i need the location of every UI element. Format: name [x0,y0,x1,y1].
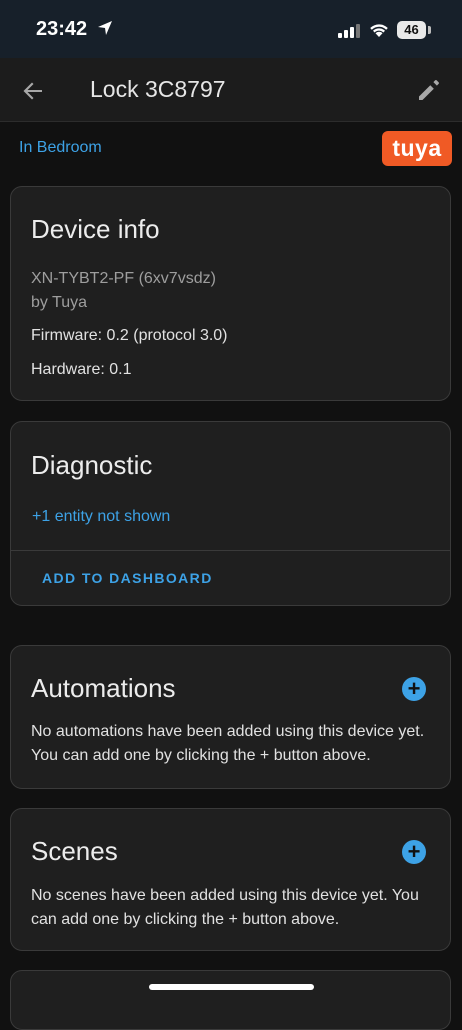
hidden-entities-link[interactable]: +1 entity not shown [32,508,170,526]
scenes-title: Scenes [31,836,118,866]
add-scene-button[interactable]: + [402,840,426,864]
device-manufacturer: by Tuya [31,294,88,311]
back-arrow-icon[interactable] [18,76,48,106]
battery-tip [428,26,431,34]
diagnostic-title: Diagnostic [31,450,153,480]
next-card [10,970,451,1030]
add-to-dashboard-button[interactable]: ADD TO DASHBOARD [42,570,213,586]
device-info-card: Device info XN-TYBT2-PF (6xv7vsdz) by Tu… [10,186,451,401]
plus-icon: + [407,676,421,701]
area-link[interactable]: In Bedroom [19,139,102,157]
scenes-card: Scenes + No scenes have been added using… [10,808,451,951]
page-title: Lock 3C8797 [90,76,226,102]
home-indicator[interactable] [149,984,314,990]
device-info-title: Device info [31,214,160,244]
automations-title: Automations [31,673,176,703]
device-model: XN-TYBT2-PF (6xv7vsdz) [31,270,216,287]
add-automation-button[interactable]: + [402,677,426,701]
scenes-description: No scenes have been added using this dev… [31,887,419,928]
automations-card: Automations + No automations have been a… [10,645,451,789]
automations-description: No automations have been added using thi… [31,723,425,764]
diagnostic-divider [11,550,450,551]
device-firmware: Firmware: 0.2 (protocol 3.0) [31,327,228,344]
cellular-signal-icon [338,24,360,38]
battery-indicator: 46 [397,21,426,39]
tuya-logo: tuya [382,131,452,166]
app-header: Lock 3C8797 [0,58,462,122]
plus-icon: + [407,839,421,864]
wifi-icon [370,24,388,37]
diagnostic-card: Diagnostic +1 entity not shown ADD TO DA… [10,421,451,606]
status-time: 23:42 [36,18,88,40]
pencil-icon[interactable] [414,75,444,105]
device-hardware: Hardware: 0.1 [31,361,132,378]
status-bar: 23:42 46 [0,0,462,58]
location-arrow-icon [98,21,112,35]
tuya-logo-text: tuya [392,135,442,161]
